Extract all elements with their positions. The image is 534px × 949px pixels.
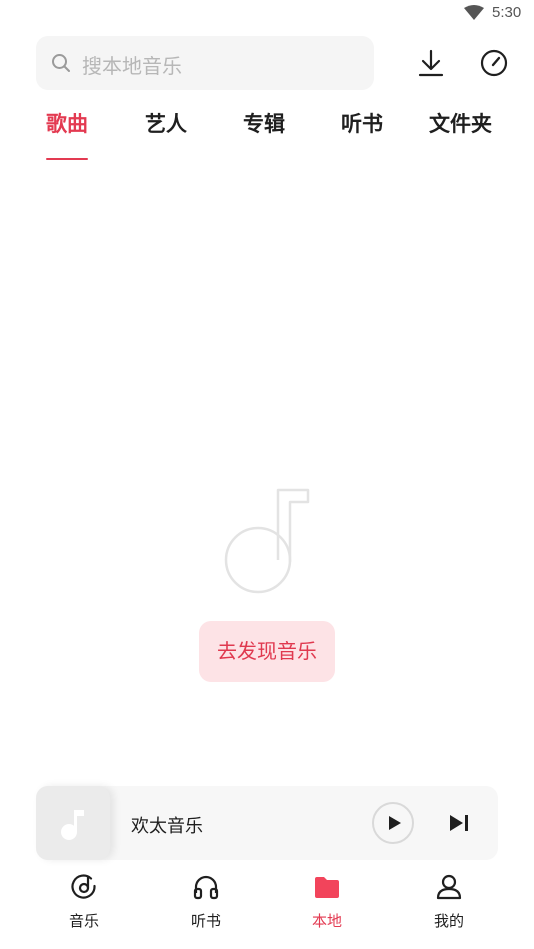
status-bar: 5:30 [0, 0, 534, 28]
profile-icon [436, 874, 462, 900]
nav-item-profile[interactable]: 我的 [409, 866, 489, 936]
album-art[interactable] [36, 786, 110, 860]
play-button[interactable] [372, 802, 414, 844]
tab-indicator [46, 158, 88, 160]
nav-label-profile: 我的 [433, 912, 464, 930]
music-disc-icon [71, 874, 96, 899]
speedometer-icon[interactable] [479, 48, 509, 78]
tab-audiobooks[interactable]: 听书 [341, 108, 383, 138]
folder-icon [315, 877, 339, 898]
nav-item-audiobooks[interactable]: 听书 [166, 866, 246, 936]
search-icon [52, 54, 70, 72]
nav-label-audiobooks: 听书 [190, 912, 221, 930]
search-placeholder: 搜本地音乐 [82, 54, 182, 78]
nav-item-music[interactable]: 音乐 [44, 866, 124, 936]
track-title: 欢太音乐 [131, 816, 203, 837]
music-note-icon [224, 488, 310, 594]
category-tabs: 歌曲 艺人 专辑 听书 文件夹 [0, 108, 534, 168]
download-icon[interactable] [417, 48, 445, 78]
local-music-page: 5:30 搜本地音乐 歌曲 艺人 专辑 听书 文件夹 去发现音乐 欢太音乐 音乐… [0, 0, 534, 949]
search-input[interactable]: 搜本地音乐 [36, 36, 374, 90]
headphones-icon [193, 875, 219, 900]
skip-next-icon[interactable] [448, 813, 470, 833]
nav-label-local: 本地 [311, 912, 342, 930]
wifi-icon [464, 5, 484, 20]
nav-label-music: 音乐 [68, 912, 99, 930]
mini-player[interactable]: 欢太音乐 [36, 786, 498, 860]
bottom-nav: 音乐 听书 本地 我的 [0, 866, 534, 949]
tab-albums[interactable]: 专辑 [243, 108, 285, 138]
play-icon [389, 816, 401, 830]
tab-songs[interactable]: 歌曲 [46, 108, 88, 138]
nav-item-local[interactable]: 本地 [287, 866, 367, 936]
discover-music-button[interactable]: 去发现音乐 [199, 621, 335, 682]
status-time: 5:30 [492, 4, 522, 21]
tab-folders[interactable]: 文件夹 [429, 108, 492, 138]
tab-artists[interactable]: 艺人 [145, 108, 187, 138]
album-note-icon [61, 810, 84, 840]
